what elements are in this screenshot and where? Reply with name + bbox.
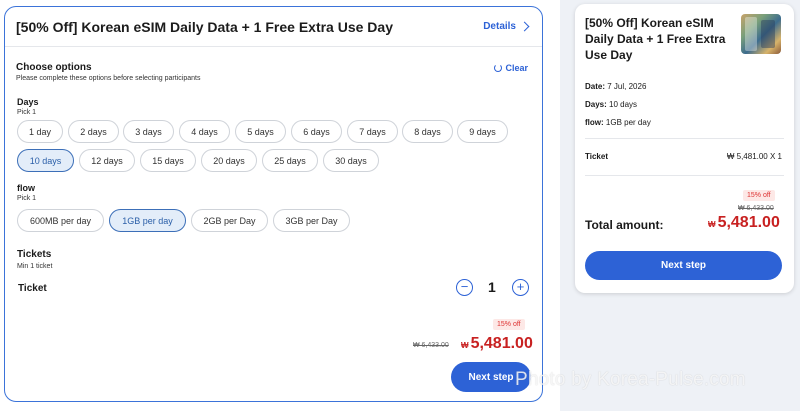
summary-total-price: ₩5,481.00 <box>708 214 780 232</box>
options-subtitle: Please complete these options before sel… <box>16 75 201 82</box>
flow-pick-hint: Pick 1 <box>17 195 37 202</box>
options-title: Choose options <box>16 62 92 73</box>
summary-next-step-button[interactable]: Next step <box>585 251 782 280</box>
days-pick-hint: Pick 1 <box>17 109 37 116</box>
day-option-25[interactable]: 25 days <box>262 149 318 172</box>
flow-option-2gb[interactable]: 2GB per Day <box>191 209 268 232</box>
details-link[interactable]: Details <box>483 21 530 32</box>
currency-symbol: ₩ <box>461 341 469 350</box>
date-value: 7 Jul, 2026 <box>607 82 647 91</box>
day-option-12[interactable]: 12 days <box>79 149 135 172</box>
discount-badge: 15% off <box>493 319 525 330</box>
flow-option-600mb[interactable]: 600MB per day <box>17 209 104 232</box>
flow-value: 1GB per day <box>605 118 651 127</box>
chevron-right-icon <box>519 21 530 32</box>
summary-ticket-value: ₩ 5,481.00 X 1 <box>726 152 782 161</box>
day-option-9[interactable]: 9 days <box>457 120 508 143</box>
summary-divider <box>585 138 784 139</box>
day-option-8[interactable]: 8 days <box>402 120 453 143</box>
day-option-5[interactable]: 5 days <box>235 120 286 143</box>
tickets-title: Tickets <box>17 249 52 260</box>
summary-divider <box>585 175 784 176</box>
clear-button[interactable]: Clear <box>494 63 528 73</box>
day-option-7[interactable]: 7 days <box>347 120 398 143</box>
total-amount-label: Total amount: <box>585 218 664 232</box>
day-option-6[interactable]: 6 days <box>291 120 342 143</box>
day-option-4[interactable]: 4 days <box>179 120 230 143</box>
day-option-20[interactable]: 20 days <box>201 149 257 172</box>
days-label-summary: Days: <box>585 100 607 109</box>
flow-option-3gb[interactable]: 3GB per Day <box>273 209 350 232</box>
summary-date: Date: 7 Jul, 2026 <box>585 82 646 91</box>
ticket-quantity: 1 <box>488 279 496 295</box>
date-label: Date: <box>585 82 606 91</box>
refresh-icon <box>494 64 503 72</box>
decrease-quantity-button[interactable]: − <box>456 279 473 296</box>
day-option-30[interactable]: 30 days <box>323 149 379 172</box>
flow-option-1gb[interactable]: 1GB per day <box>109 209 186 232</box>
current-price: ₩5,481.00 <box>461 335 533 353</box>
product-thumbnail <box>741 14 781 54</box>
day-option-2[interactable]: 2 days <box>68 120 119 143</box>
day-option-3[interactable]: 3 days <box>123 120 174 143</box>
summary-original-price: ₩ 6,433.00 <box>738 205 774 212</box>
day-option-10[interactable]: 10 days <box>17 149 74 172</box>
tickets-subtitle: Min 1 ticket <box>17 263 53 270</box>
summary-discount-badge: 15% off <box>743 190 775 201</box>
ticket-row-label: Ticket <box>18 283 47 294</box>
summary-total-value: 5,481.00 <box>717 214 780 231</box>
summary-product-title: [50% Off] Korean eSIM Daily Data + 1 Fre… <box>585 16 726 62</box>
booking-card-header: [50% Off] Korean eSIM Daily Data + 1 Fre… <box>5 7 542 47</box>
product-title: [50% Off] Korean eSIM Daily Data + 1 Fre… <box>16 18 393 35</box>
summary-currency-symbol: ₩ <box>708 220 716 229</box>
order-summary-card: [50% Off] Korean eSIM Daily Data + 1 Fre… <box>575 4 794 293</box>
details-label: Details <box>483 21 516 32</box>
photo-watermark: Photo by Korea-Pulse.com <box>515 369 746 390</box>
flow-label: flow <box>17 183 35 193</box>
original-price: ₩ 6,433.00 <box>413 342 449 349</box>
summary-flow: flow: 1GB per day <box>585 118 651 127</box>
summary-ticket-label: Ticket <box>585 152 608 161</box>
day-option-1[interactable]: 1 day <box>17 120 63 143</box>
booking-card: [50% Off] Korean eSIM Daily Data + 1 Fre… <box>4 6 543 402</box>
price-value: 5,481.00 <box>470 335 533 352</box>
clear-label: Clear <box>505 63 528 73</box>
days-label: Days <box>17 97 39 107</box>
day-option-15[interactable]: 15 days <box>140 149 196 172</box>
options-heading: Choose options Please complete these opt… <box>16 62 200 82</box>
days-value: 10 days <box>609 100 638 109</box>
summary-days: Days: 10 days <box>585 100 637 109</box>
increase-quantity-button[interactable]: + <box>512 279 529 296</box>
flow-label-summary: flow: <box>585 118 604 127</box>
